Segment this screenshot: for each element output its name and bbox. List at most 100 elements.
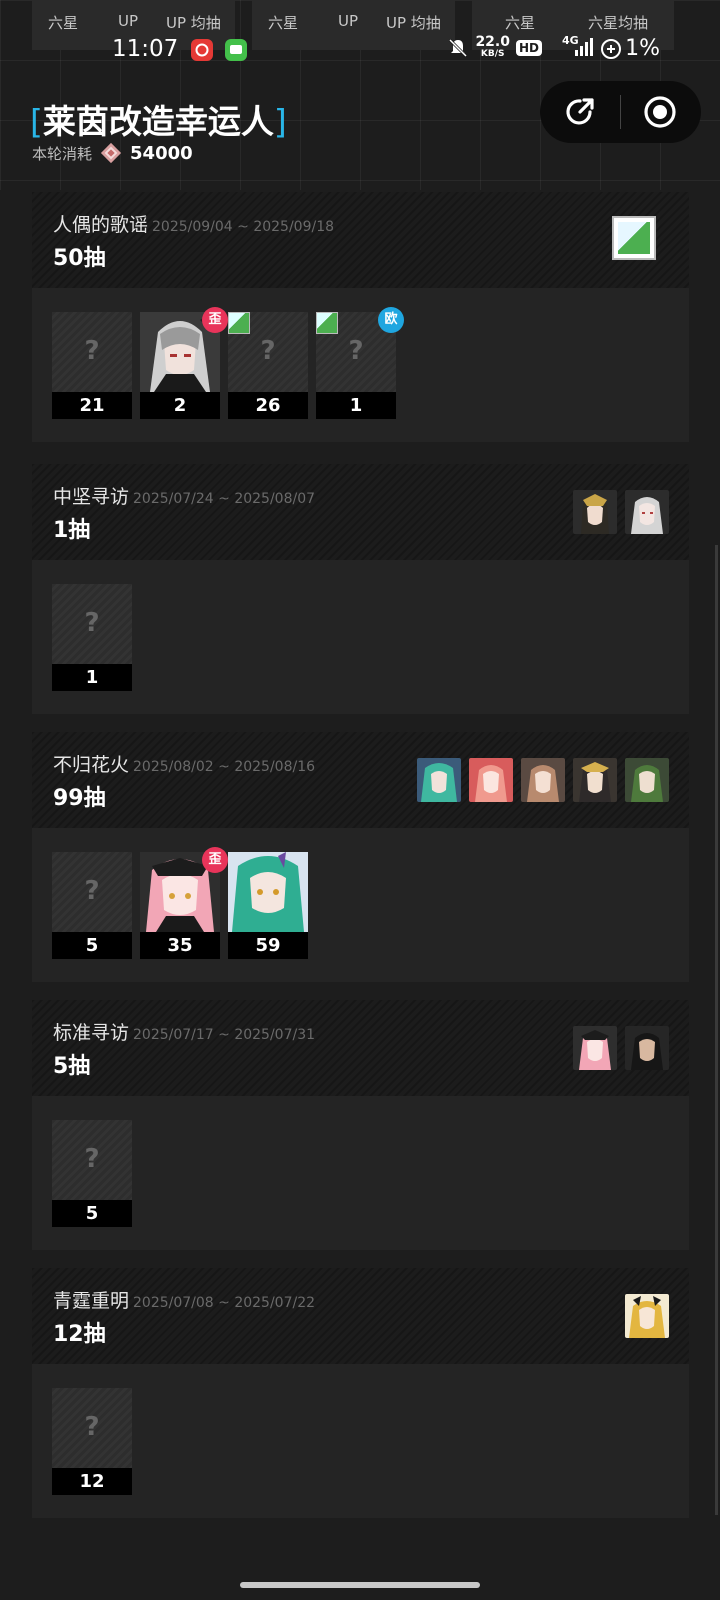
banner-header: 标准寻访 2025/07/17 ~ 2025/07/31 5抽 (32, 1000, 689, 1096)
banner-dates: 2025/07/08 ~ 2025/07/22 (133, 1295, 316, 1311)
banner-dates: 2025/08/02 ~ 2025/08/16 (133, 759, 316, 775)
cost-summary: 本轮消耗 54000 (32, 142, 193, 164)
banner-body: ? 1 (32, 560, 689, 714)
signal-icon (575, 38, 593, 56)
banner-body: ? 5 歪 35 59 (32, 828, 689, 982)
off-banner-badge: 歪 (202, 307, 228, 333)
share-button[interactable] (550, 87, 610, 137)
battery-percent: 1% (625, 36, 660, 61)
unknown-mark: ? (260, 336, 276, 366)
pull-card[interactable]: ? 5 (52, 1120, 132, 1227)
pull-card[interactable]: ? 21 (52, 312, 132, 419)
up-operator-avatars (573, 1026, 669, 1070)
mute-bell-icon (449, 38, 468, 58)
banner-section: 标准寻访 2025/07/17 ~ 2025/07/31 5抽 ? 5 (32, 1000, 689, 1250)
pull-count: 2 (140, 392, 220, 419)
banner-title: 不归花火 2025/08/02 ~ 2025/08/16 (53, 750, 315, 777)
banner-dates: 2025/07/17 ~ 2025/07/31 (133, 1027, 316, 1043)
status-bar: 11:07 22.0 KB/S HD 4G 1% (0, 30, 720, 70)
banner-header: 青霆重明 2025/07/08 ~ 2025/07/22 12抽 (32, 1268, 689, 1364)
hd-badge: HD (515, 40, 542, 56)
broken-image-icon (228, 312, 250, 334)
operator-avatar (625, 1026, 669, 1070)
banner-title: 人偶的歌谣 2025/09/04 ~ 2025/09/18 (53, 210, 334, 237)
banner-header: 不归花火 2025/08/02 ~ 2025/08/16 99抽 (32, 732, 689, 828)
banner-title: 中坚寻访 2025/07/24 ~ 2025/08/07 (53, 482, 315, 509)
broken-image-icon (316, 312, 338, 334)
close-app-button[interactable] (630, 87, 690, 137)
scrollbar[interactable] (715, 545, 718, 1515)
title-bracket-right: ] (273, 102, 287, 141)
banner-header: 人偶的歌谣 2025/09/04 ~ 2025/09/18 50抽 (32, 192, 689, 288)
banner-header: 中坚寻访 2025/07/24 ~ 2025/08/07 1抽 (32, 464, 689, 560)
mini-program-capsule (540, 81, 701, 143)
pull-count: 35 (140, 932, 220, 959)
banner-body: ? 5 (32, 1096, 689, 1250)
banner-name: 标准寻访 (53, 1022, 130, 1044)
record-close-icon (644, 96, 676, 128)
banner-name: 青霆重明 (53, 1290, 130, 1312)
music-app-icon (191, 39, 213, 61)
clock: 11:07 (112, 36, 179, 62)
banner-title: 标准寻访 2025/07/17 ~ 2025/07/31 (53, 1018, 315, 1045)
operator-portrait (228, 852, 308, 932)
operator-avatar (573, 1026, 617, 1070)
orundum-icon (100, 142, 122, 164)
pull-card[interactable]: ? 26 (228, 312, 308, 419)
pull-count: 5 (52, 932, 132, 959)
home-indicator[interactable] (240, 1582, 480, 1588)
stat-label: UP (118, 12, 139, 30)
pull-count: 5 (52, 1200, 132, 1227)
operator-avatar (469, 758, 513, 802)
banner-pulls: 1抽 (53, 518, 91, 543)
operator-avatar (521, 758, 565, 802)
unknown-mark: ? (84, 1412, 100, 1442)
banner-section: 人偶的歌谣 2025/09/04 ~ 2025/09/18 50抽 ? 21 歪… (32, 192, 689, 442)
banner-pulls: 99抽 (53, 786, 106, 811)
banner-title: 青霆重明 2025/07/08 ~ 2025/07/22 (53, 1286, 315, 1313)
banner-image-broken-icon (612, 216, 656, 260)
pull-count: 21 (52, 392, 132, 419)
pull-card[interactable]: 歪 35 (140, 847, 228, 959)
lucky-badge: 欧 (378, 307, 404, 333)
pull-card[interactable]: 歪 2 (140, 307, 228, 419)
unknown-mark: ? (84, 1144, 100, 1174)
banner-pulls: 12抽 (53, 1322, 106, 1347)
banner-name: 中坚寻访 (53, 486, 130, 508)
cost-value: 54000 (130, 142, 193, 164)
unknown-mark: ? (84, 876, 100, 906)
banner-section: 不归花火 2025/08/02 ~ 2025/08/16 99抽 ? 5 歪 3… (32, 732, 689, 982)
pull-card[interactable]: ? 欧 1 (316, 307, 404, 419)
stat-label: UP (338, 12, 359, 30)
banner-pulls: 5抽 (53, 1054, 91, 1079)
pull-count: 26 (228, 392, 308, 419)
banner-body: ? 12 (32, 1364, 689, 1518)
pull-count: 12 (52, 1468, 132, 1495)
operator-avatar (573, 490, 617, 534)
pull-count: 59 (228, 932, 308, 959)
operator-portrait-art (228, 852, 308, 932)
capsule-divider (620, 95, 621, 129)
pull-card[interactable]: ? 5 (52, 852, 132, 959)
pull-card[interactable]: ? 1 (52, 584, 132, 691)
banner-name: 不归花火 (53, 754, 130, 776)
banner-name: 人偶的歌谣 (53, 214, 149, 236)
up-operator-avatars (417, 758, 669, 802)
pull-card[interactable]: ? 12 (52, 1388, 132, 1495)
net-speed: 22.0 KB/S (475, 35, 510, 60)
banner-dates: 2025/07/24 ~ 2025/08/07 (133, 491, 316, 507)
pull-count: 1 (52, 664, 132, 691)
message-app-icon (225, 39, 247, 61)
pull-card[interactable]: 59 (228, 852, 308, 959)
banner-body: ? 21 歪 2 ? 26 ? 欧 1 (32, 288, 689, 442)
title-bracket-left: [ (30, 102, 43, 141)
share-icon (566, 98, 594, 125)
banner-pulls: 50抽 (53, 246, 106, 271)
unknown-mark: ? (84, 336, 100, 366)
operator-avatar (625, 758, 669, 802)
operator-avatar (625, 490, 669, 534)
cost-label: 本轮消耗 (32, 144, 93, 163)
operator-avatar (417, 758, 461, 802)
pull-count: 1 (316, 392, 396, 419)
banner-dates: 2025/09/04 ~ 2025/09/18 (152, 219, 335, 235)
